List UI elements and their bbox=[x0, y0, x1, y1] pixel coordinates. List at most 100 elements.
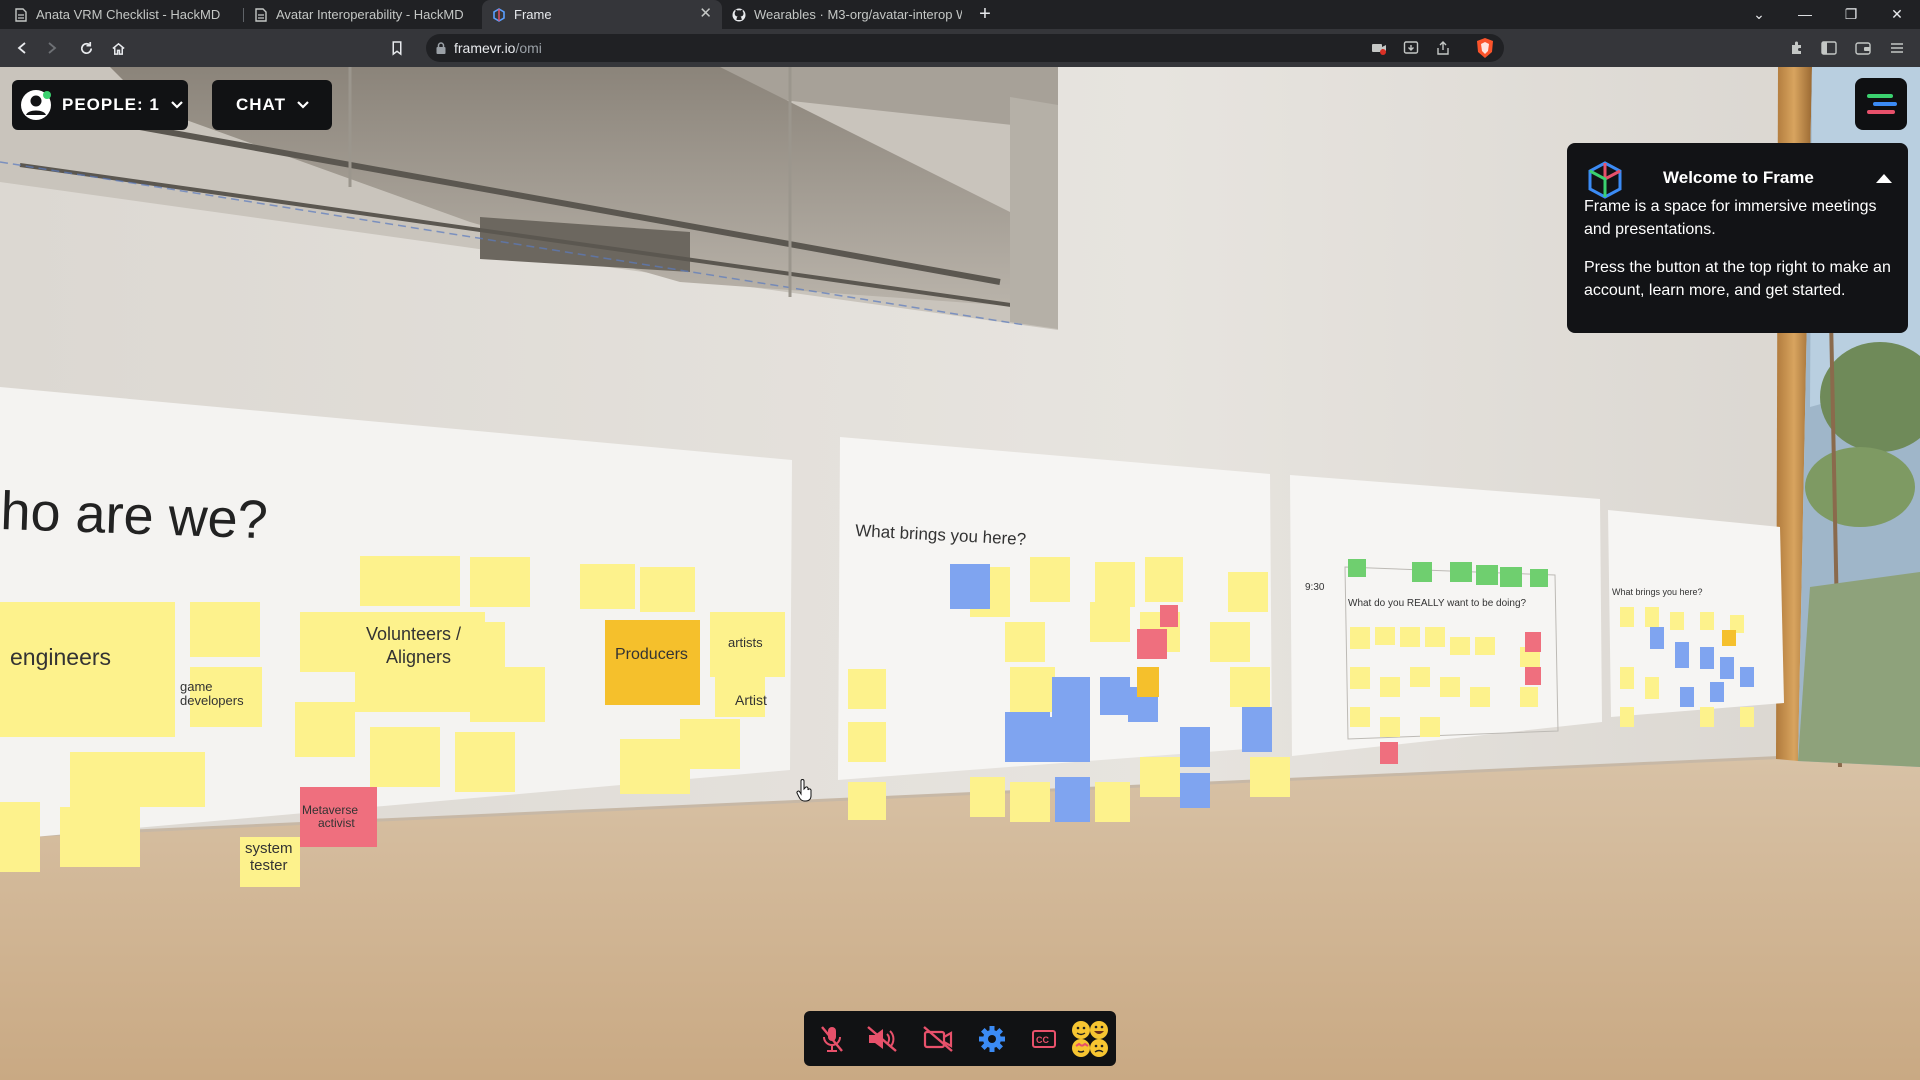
chevron-down-icon bbox=[171, 101, 183, 109]
tab-wearables-github[interactable]: Wearables · M3-org/avatar-interop W bbox=[722, 0, 962, 29]
sticky-note bbox=[455, 732, 515, 792]
sticky-note-blue bbox=[1242, 707, 1272, 752]
sticky-note bbox=[1425, 627, 1445, 647]
collapse-chevron-icon[interactable] bbox=[1874, 171, 1894, 185]
reload-button[interactable] bbox=[74, 36, 98, 60]
sticky-note bbox=[1620, 707, 1634, 727]
sticky-note-blue bbox=[1052, 677, 1090, 717]
closed-captions-icon: CC bbox=[1032, 1030, 1056, 1048]
sticky-note bbox=[1700, 707, 1714, 727]
close-window-button[interactable]: ✕ bbox=[1874, 0, 1920, 29]
install-app-icon[interactable] bbox=[1402, 39, 1420, 57]
mute-speaker-button[interactable] bbox=[864, 1021, 900, 1057]
frame-3d-viewport[interactable]: ho are we? engineers Volunteers / Aligne… bbox=[0, 67, 1920, 1080]
mute-microphone-button[interactable] bbox=[814, 1021, 850, 1057]
sticky-note-blue bbox=[1680, 687, 1694, 707]
sticky-note bbox=[1210, 622, 1250, 662]
tab-avatar-interoperability[interactable]: Avatar Interoperability - HackMD bbox=[244, 0, 480, 29]
chat-button[interactable]: CHAT bbox=[212, 80, 332, 130]
forward-arrow-icon bbox=[48, 42, 57, 54]
sticky-note bbox=[620, 739, 690, 794]
url-host: framevr.io bbox=[454, 40, 516, 56]
browser-tab-strip: Anata VRM Checklist - HackMD Avatar Inte… bbox=[0, 0, 1920, 29]
tab-frame[interactable]: Frame ✕ bbox=[482, 0, 722, 29]
url-path: /omi bbox=[515, 40, 542, 56]
settings-button[interactable] bbox=[974, 1021, 1010, 1057]
sticky-note bbox=[1010, 782, 1050, 822]
user-icon bbox=[21, 90, 51, 120]
minimize-button[interactable]: — bbox=[1782, 0, 1828, 29]
sticky-note-blue bbox=[1710, 682, 1724, 702]
sticky-note bbox=[60, 807, 140, 867]
share-icon[interactable] bbox=[1434, 39, 1452, 57]
bookmark-button[interactable] bbox=[385, 36, 409, 60]
sticky-note bbox=[470, 557, 530, 607]
brave-shields-icon[interactable] bbox=[1474, 37, 1496, 59]
tab-anata-vrm-checklist[interactable]: Anata VRM Checklist - HackMD bbox=[4, 0, 240, 29]
sticky-note bbox=[190, 602, 260, 657]
svg-text:Volunteers /: Volunteers / bbox=[366, 624, 461, 644]
sticky-note-blue bbox=[1650, 627, 1664, 649]
sticky-note-green bbox=[1348, 559, 1366, 577]
tab-search-button[interactable]: ⌄ bbox=[1736, 0, 1782, 29]
address-bar[interactable]: framevr.io/omi bbox=[426, 34, 1504, 62]
sticky-note-blue bbox=[1055, 777, 1090, 822]
svg-text:developers: developers bbox=[180, 693, 244, 708]
welcome-panel: Welcome to Frame Frame is a space for im… bbox=[1567, 143, 1908, 333]
document-icon bbox=[14, 7, 28, 22]
sticky-note bbox=[470, 667, 545, 722]
sticky-note-pink bbox=[1380, 742, 1398, 764]
camera-off-icon bbox=[923, 1026, 953, 1052]
home-button[interactable] bbox=[106, 36, 130, 60]
captions-button[interactable]: CC bbox=[1026, 1021, 1062, 1057]
wallet-icon[interactable] bbox=[1854, 39, 1872, 57]
restore-button[interactable]: ❐ bbox=[1828, 0, 1874, 29]
sidebar-icon[interactable] bbox=[1820, 39, 1838, 57]
frame-menu-button[interactable] bbox=[1855, 78, 1907, 130]
sticky-note-blue bbox=[1005, 712, 1050, 762]
sticky-note-green bbox=[1476, 565, 1498, 585]
welcome-title: Welcome to Frame bbox=[1663, 168, 1814, 187]
close-tab-icon[interactable]: ✕ bbox=[699, 6, 712, 22]
sticky-note bbox=[1470, 687, 1490, 707]
extensions-icon[interactable] bbox=[1788, 39, 1806, 57]
sticky-note bbox=[1095, 782, 1130, 822]
people-button[interactable]: PEOPLE: 1 bbox=[12, 80, 188, 130]
sticky-note bbox=[1375, 627, 1395, 645]
speaker-off-icon bbox=[867, 1026, 897, 1052]
svg-text:tester: tester bbox=[250, 857, 288, 874]
url-text: framevr.io/omi bbox=[454, 40, 542, 56]
frame-logo-icon bbox=[492, 7, 506, 22]
sticky-note-pink bbox=[1525, 632, 1541, 652]
back-button[interactable] bbox=[10, 36, 34, 60]
back-arrow-icon bbox=[17, 42, 26, 54]
sticky-note bbox=[970, 777, 1005, 817]
media-controls-bar: CC bbox=[804, 1011, 1116, 1066]
sticky-note bbox=[1380, 677, 1400, 697]
gear-icon bbox=[979, 1026, 1005, 1052]
emoji-reactions-button[interactable] bbox=[1068, 1021, 1112, 1057]
microphone-off-icon bbox=[821, 1026, 843, 1052]
svg-text:Artist: Artist bbox=[735, 692, 767, 708]
sticky-note bbox=[1005, 622, 1045, 662]
sticky-note-pink bbox=[1137, 629, 1167, 659]
sticky-note bbox=[1400, 627, 1420, 647]
sticky-note-pink bbox=[1160, 605, 1178, 627]
browser-menu-icon[interactable] bbox=[1888, 39, 1906, 57]
sticky-note-blue bbox=[950, 564, 990, 609]
chevron-down-icon bbox=[297, 101, 309, 109]
new-tab-button[interactable]: + bbox=[973, 2, 997, 26]
sticky-note-orange bbox=[1722, 630, 1736, 646]
sticky-note bbox=[580, 564, 635, 609]
sticky-note-pink bbox=[1525, 667, 1541, 685]
sticky-note bbox=[680, 719, 740, 769]
camera-blocked-icon[interactable] bbox=[1370, 39, 1388, 57]
forward-button[interactable] bbox=[40, 36, 64, 60]
sticky-note bbox=[1420, 717, 1440, 737]
sticky-note-blue bbox=[1180, 773, 1210, 808]
sticky-note bbox=[70, 752, 205, 807]
camera-toggle-button[interactable] bbox=[920, 1021, 956, 1057]
tab-title: Avatar Interoperability - HackMD bbox=[276, 7, 464, 22]
board3-heading: What do you REALLY want to be doing? bbox=[1348, 598, 1527, 609]
sticky-note bbox=[1145, 557, 1183, 602]
